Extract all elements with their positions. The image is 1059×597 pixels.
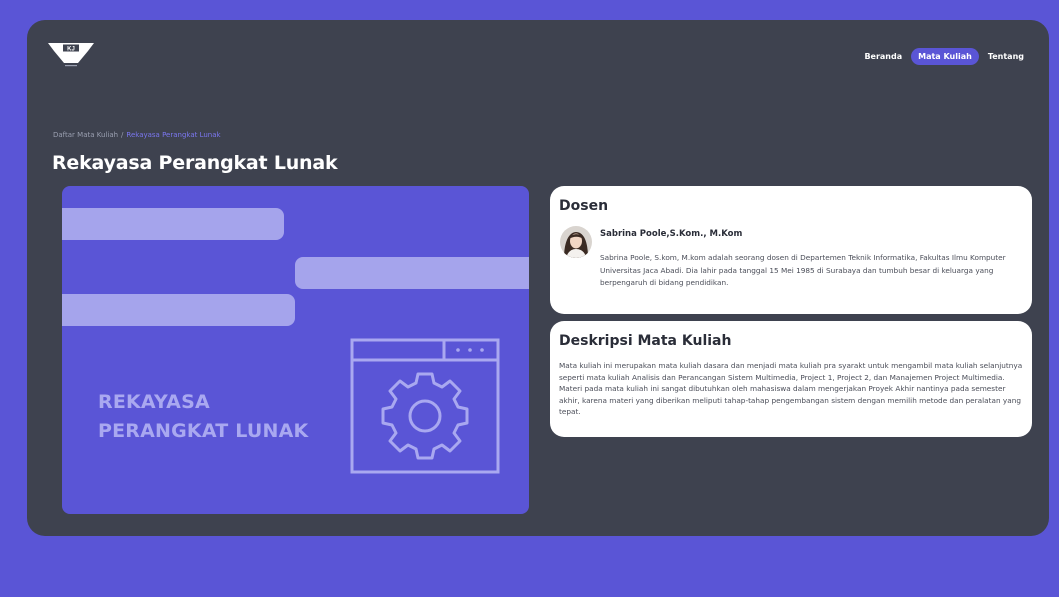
breadcrumb: Daftar Mata Kuliah / Rekayasa Perangkat Lu… bbox=[53, 131, 221, 139]
kj-logo-icon[interactable]: KJ bbox=[48, 43, 94, 69]
decor-bar-2 bbox=[295, 257, 529, 289]
description-card: Deskripsi Mata Kuliah Mata kuliah ini me… bbox=[550, 321, 1032, 437]
description-text: Mata kuliah ini merupakan mata kuliah da… bbox=[559, 361, 1023, 416]
page-title: Rekayasa Perangkat Lunak bbox=[52, 152, 338, 174]
settings-window-icon bbox=[350, 338, 500, 474]
hero-line-1: REKAYASA bbox=[98, 391, 210, 413]
course-hero-image: REKAYASA PERANGKAT LUNAK bbox=[62, 186, 529, 514]
lecturer-bio: Sabrina Poole, S.kom, M.kom adalah seora… bbox=[600, 253, 1006, 287]
hero-line-2: PERANGKAT LUNAK bbox=[98, 420, 309, 442]
hero-course-name: REKAYASA PERANGKAT LUNAK bbox=[98, 388, 308, 446]
breadcrumb-parent-link[interactable]: Daftar Mata Kuliah bbox=[53, 131, 118, 139]
breadcrumb-separator: / bbox=[121, 131, 124, 139]
logo-text: KJ bbox=[67, 46, 75, 52]
decor-bar-1 bbox=[62, 208, 284, 240]
lecturer-name: Sabrina Poole,S.Kom., M.Kom bbox=[600, 229, 743, 239]
nav-mata-kuliah[interactable]: Mata Kuliah bbox=[911, 48, 979, 65]
dosen-heading: Dosen bbox=[559, 198, 609, 214]
top-nav: Beranda Mata Kuliah Tentang bbox=[859, 48, 1029, 65]
decor-bar-3 bbox=[62, 294, 295, 326]
description-heading: Deskripsi Mata Kuliah bbox=[559, 333, 732, 349]
nav-beranda[interactable]: Beranda bbox=[859, 48, 907, 65]
app-frame: KJ Beranda Mata Kuliah Tentang Daftar Ma… bbox=[8, 6, 1051, 597]
breadcrumb-current: Rekayasa Perangkat Lunak bbox=[126, 131, 221, 139]
dosen-card: Dosen Sabrina Poole,S.Kom., M.Kom Sabrin… bbox=[550, 186, 1032, 314]
nav-tentang[interactable]: Tentang bbox=[983, 48, 1029, 65]
avatar bbox=[560, 226, 592, 258]
